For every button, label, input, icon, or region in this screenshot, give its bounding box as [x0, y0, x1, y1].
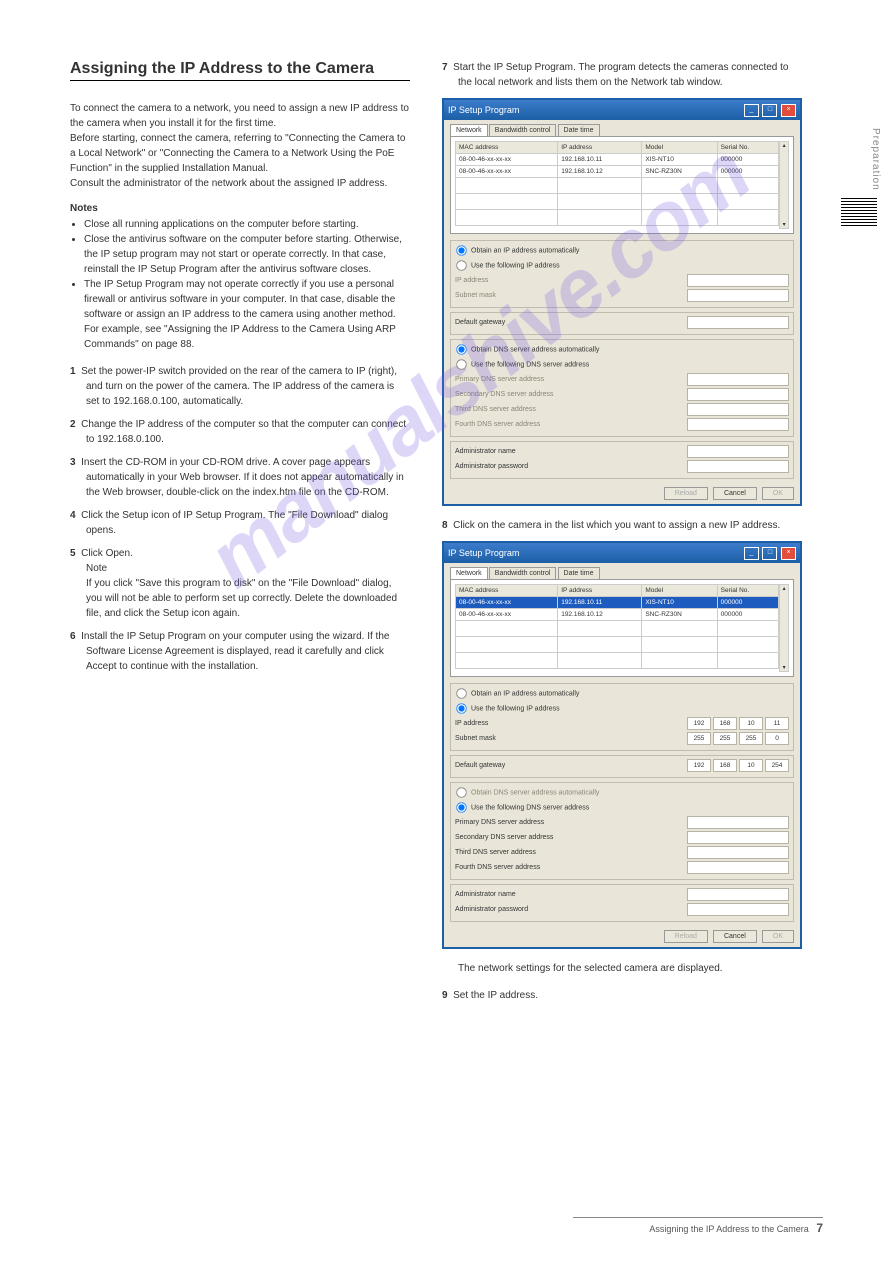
- side-label: Preparation: [870, 128, 881, 191]
- minimize-icon[interactable]: _: [744, 547, 759, 560]
- radio-auto-ip[interactable]: Obtain an IP address automatically: [455, 687, 789, 700]
- mask-input[interactable]: 2552552550: [687, 732, 789, 745]
- label-dns1: Primary DNS server address: [455, 819, 544, 826]
- cancel-button[interactable]: Cancel: [713, 487, 757, 500]
- titlebar[interactable]: IP Setup Program _ □ ×: [444, 100, 800, 120]
- label-ip: IP address: [455, 720, 488, 727]
- reload-button[interactable]: Reload: [664, 930, 708, 943]
- label-admin: Administrator name: [455, 891, 516, 898]
- window-title: IP Setup Program: [448, 105, 519, 115]
- ok-button[interactable]: OK: [762, 487, 794, 500]
- admin-input[interactable]: [687, 888, 789, 901]
- tab-bandwidth[interactable]: Bandwidth control: [489, 124, 557, 136]
- label-dns2: Secondary DNS server address: [455, 391, 553, 398]
- radio-static-ip[interactable]: Use the following IP address: [455, 702, 789, 715]
- tab-datetime[interactable]: Date time: [558, 124, 600, 136]
- dns3-input[interactable]: [687, 403, 789, 416]
- note-item: The IP Setup Program may not operate cor…: [84, 277, 410, 352]
- radio-auto-ip[interactable]: Obtain an IP address automatically: [455, 244, 789, 257]
- heading-rule: [70, 80, 410, 81]
- close-icon[interactable]: ×: [781, 104, 796, 117]
- dns2-input[interactable]: [687, 388, 789, 401]
- label-dns4: Fourth DNS server address: [455, 864, 540, 871]
- label-dns4: Fourth DNS server address: [455, 421, 540, 428]
- password-input[interactable]: [687, 460, 789, 473]
- label-dns3: Third DNS server address: [455, 849, 536, 856]
- minimize-icon[interactable]: _: [744, 104, 759, 117]
- radio-auto-dns[interactable]: Obtain DNS server address automatically: [455, 786, 789, 799]
- step-1: 1 Set the power-IP switch provided on th…: [70, 364, 410, 409]
- label-mask: Subnet mask: [455, 292, 496, 299]
- ok-button[interactable]: OK: [762, 930, 794, 943]
- maximize-icon[interactable]: □: [762, 547, 777, 560]
- dns1-input[interactable]: [687, 373, 789, 386]
- scrollbar[interactable]: ▴▾: [779, 141, 789, 229]
- label-ip: IP address: [455, 277, 488, 284]
- password-input[interactable]: [687, 903, 789, 916]
- ip-setup-dialog-2: IP Setup Program _ □ × Network Bandwidth…: [442, 541, 802, 949]
- step-7: 7 Start the IP Setup Program. The progra…: [442, 60, 802, 90]
- label-dns1: Primary DNS server address: [455, 376, 544, 383]
- tab-network[interactable]: Network: [450, 124, 488, 136]
- window-title: IP Setup Program: [448, 548, 519, 558]
- tab-bandwidth[interactable]: Bandwidth control: [489, 567, 557, 579]
- label-dns2: Secondary DNS server address: [455, 834, 553, 841]
- label-gateway: Default gateway: [455, 319, 505, 326]
- admin-input[interactable]: [687, 445, 789, 458]
- tab-datetime[interactable]: Date time: [558, 567, 600, 579]
- ip-input[interactable]: [687, 274, 789, 287]
- cancel-button[interactable]: Cancel: [713, 930, 757, 943]
- radio-static-dns[interactable]: Use the following DNS server address: [455, 801, 789, 814]
- gateway-input[interactable]: [687, 316, 789, 329]
- scrollbar[interactable]: ▴▾: [779, 584, 789, 672]
- dns1-input[interactable]: [687, 816, 789, 829]
- dns4-input[interactable]: [687, 861, 789, 874]
- mask-input[interactable]: [687, 289, 789, 302]
- label-admin: Administrator name: [455, 448, 516, 455]
- dns4-input[interactable]: [687, 418, 789, 431]
- label-mask: Subnet mask: [455, 735, 496, 742]
- step-8: 8 Click on the camera in the list which …: [442, 518, 802, 533]
- maximize-icon[interactable]: □: [762, 104, 777, 117]
- note-item: Close all running applications on the co…: [84, 217, 410, 232]
- close-icon[interactable]: ×: [781, 547, 796, 560]
- ip-setup-dialog-1: IP Setup Program _ □ × Network Bandwidth…: [442, 98, 802, 506]
- label-password: Administrator password: [455, 463, 528, 470]
- titlebar[interactable]: IP Setup Program _ □ ×: [444, 543, 800, 563]
- label-gateway: Default gateway: [455, 762, 505, 769]
- table-row[interactable]: 08-00-46-xx-xx-xx192.168.10.12SNC-RZ30N0…: [456, 166, 779, 178]
- step-8-note: The network settings for the selected ca…: [442, 961, 802, 976]
- gateway-input[interactable]: 19216810254: [687, 759, 789, 772]
- page-footer: Assigning the IP Address to the Camera 7: [573, 1217, 823, 1235]
- step-5: 5 Click Open. Note If you click "Save th…: [70, 546, 410, 621]
- ip-input[interactable]: 1921681011: [687, 717, 789, 730]
- step-3: 3 Insert the CD-ROM in your CD-ROM drive…: [70, 455, 410, 500]
- step-6: 6 Install the IP Setup Program on your c…: [70, 629, 410, 674]
- dns3-input[interactable]: [687, 846, 789, 859]
- radio-static-dns[interactable]: Use the following DNS server address: [455, 358, 789, 371]
- radio-auto-dns[interactable]: Obtain DNS server address automatically: [455, 343, 789, 356]
- camera-list-table[interactable]: MAC addressIP addressModelSerial No. 08-…: [455, 141, 779, 226]
- step-2: 2 Change the IP address of the computer …: [70, 417, 410, 447]
- intro-text: To connect the camera to a network, you …: [70, 101, 410, 191]
- radio-static-ip[interactable]: Use the following IP address: [455, 259, 789, 272]
- notes-heading: Notes: [70, 203, 410, 214]
- step-4: 4 Click the Setup icon of IP Setup Progr…: [70, 508, 410, 538]
- table-row[interactable]: 08-00-46-xx-xx-xx192.168.10.11XIS-NT1000…: [456, 154, 779, 166]
- camera-list-table[interactable]: MAC addressIP addressModelSerial No. 08-…: [455, 584, 779, 669]
- step-9: 9 Set the IP address.: [442, 988, 802, 1003]
- table-row[interactable]: 08-00-46-xx-xx-xx192.168.10.12SNC-RZ30N0…: [456, 609, 779, 621]
- label-password: Administrator password: [455, 906, 528, 913]
- dns2-input[interactable]: [687, 831, 789, 844]
- side-stripes: [841, 198, 877, 228]
- page-heading: Assigning the IP Address to the Camera: [70, 60, 410, 78]
- label-dns3: Third DNS server address: [455, 406, 536, 413]
- reload-button[interactable]: Reload: [664, 487, 708, 500]
- note-item: Close the antivirus software on the comp…: [84, 232, 410, 277]
- tab-network[interactable]: Network: [450, 567, 488, 579]
- table-row[interactable]: 08-00-46-xx-xx-xx192.168.10.11XIS-NT1000…: [456, 597, 779, 609]
